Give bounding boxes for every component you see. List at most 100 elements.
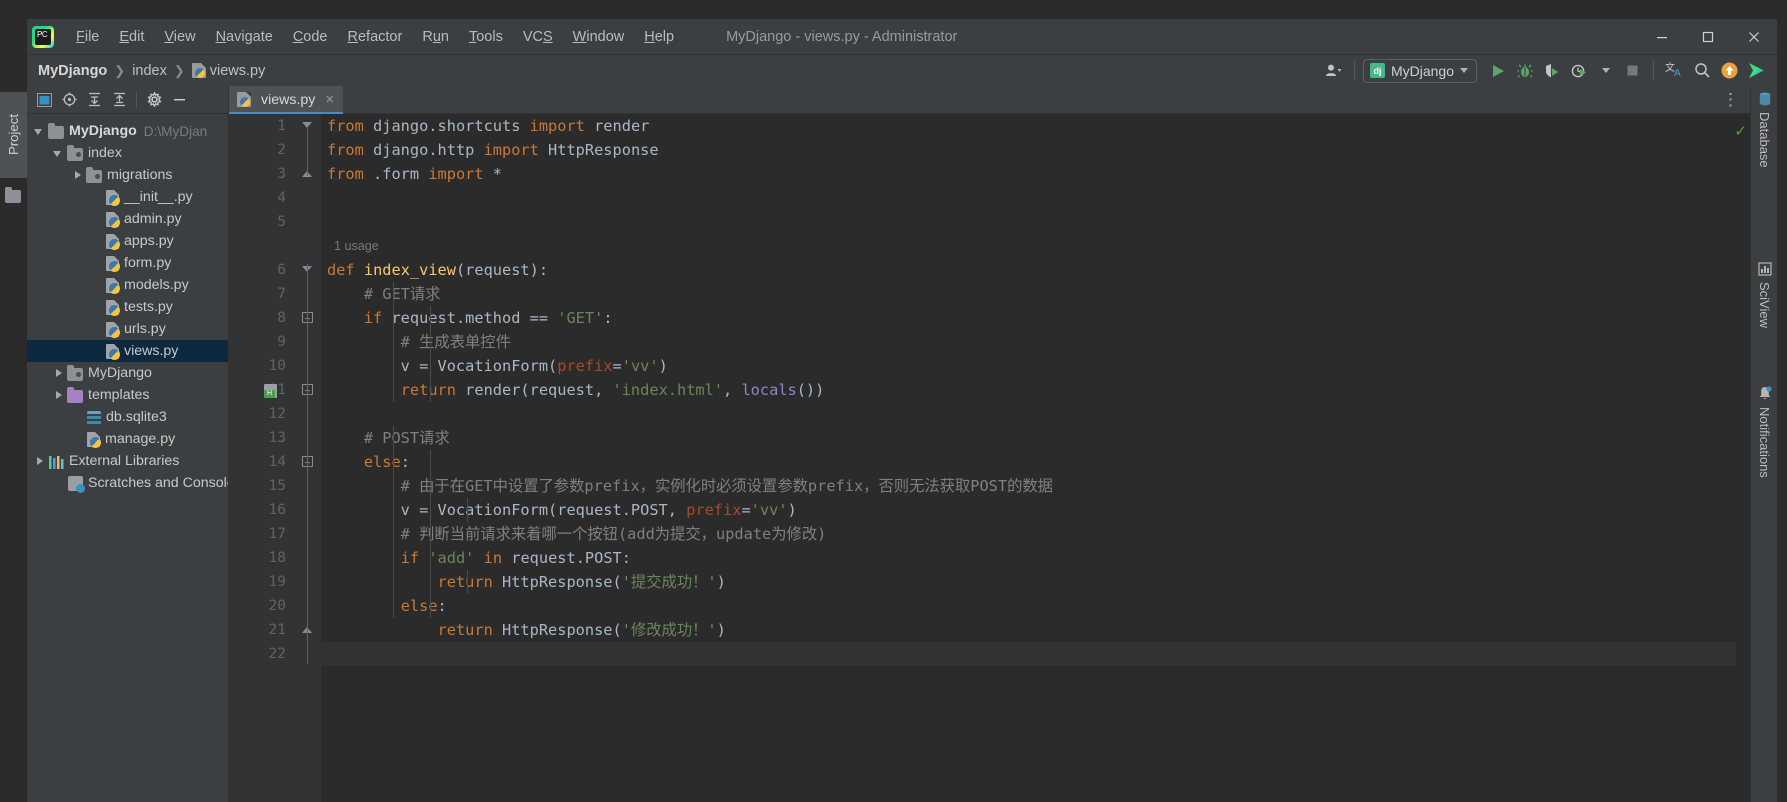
line-number[interactable]: 3 (229, 162, 294, 186)
profile-button[interactable] (1566, 58, 1591, 83)
stop-button[interactable] (1620, 58, 1645, 83)
line-number[interactable]: 14 (229, 450, 294, 474)
tree-item-init-py[interactable]: __init__.py (27, 186, 228, 208)
code-line[interactable] (321, 186, 1736, 210)
breadcrumb-item-index[interactable]: index (129, 61, 170, 81)
profile-dropdown[interactable] (1593, 58, 1618, 83)
code-content[interactable]: from django.shortcuts import render from … (321, 114, 1736, 802)
tool-window-tab-sciview[interactable]: SciView (1751, 262, 1778, 332)
maximize-button[interactable] (1685, 19, 1731, 54)
code-line[interactable]: else: (321, 594, 1736, 618)
code-line[interactable]: # POST请求 (321, 426, 1736, 450)
tree-item-views-py[interactable]: views.py (27, 340, 228, 362)
line-number[interactable]: 1 (229, 114, 294, 138)
inspection-status-icon[interactable]: ✓ (1734, 122, 1747, 140)
tree-item-mydjango[interactable]: MyDjango (27, 362, 228, 384)
tree-item-external-libraries[interactable]: External Libraries (27, 450, 228, 472)
menu-window[interactable]: Window (563, 24, 635, 50)
close-tab-icon[interactable]: × (325, 91, 334, 108)
menu-edit[interactable]: Edit (109, 24, 154, 50)
tool-window-tab-notifications[interactable]: Notifications (1751, 386, 1778, 482)
line-number[interactable]: 9 (229, 330, 294, 354)
code-line[interactable]: v = VocationForm(request.POST, prefix='v… (321, 498, 1736, 522)
menu-vcs[interactable]: VCS (513, 24, 563, 50)
line-number[interactable]: 8 (229, 306, 294, 330)
html-file-gutter-icon[interactable] (264, 384, 277, 398)
code-line[interactable]: if request.method == 'GET': (321, 306, 1736, 330)
ide-services-button[interactable] (1744, 58, 1769, 83)
tree-item-manage-py[interactable]: manage.py (27, 428, 228, 450)
line-number[interactable]: 11 (229, 378, 294, 402)
code-line[interactable]: # GET请求 (321, 282, 1736, 306)
menu-tools[interactable]: Tools (459, 24, 513, 50)
tree-item-tests-py[interactable]: tests.py (27, 296, 228, 318)
tree-item-migrations[interactable]: migrations (27, 164, 228, 186)
tree-item-templates[interactable]: templates (27, 384, 228, 406)
breadcrumb-item-file[interactable]: views.py (189, 61, 269, 81)
menu-code[interactable]: Code (283, 24, 338, 50)
chevron-down-icon[interactable] (33, 125, 46, 138)
tree-item-models-py[interactable]: models.py (27, 274, 228, 296)
code-line[interactable]: def index_view(request): (321, 258, 1736, 282)
more-options-icon[interactable]: ⋮ (1722, 91, 1740, 108)
minimize-button[interactable] (1639, 19, 1685, 54)
chevron-right-icon[interactable] (52, 367, 65, 380)
editor-tab-views-py[interactable]: views.py × (229, 86, 344, 114)
line-number[interactable]: 15 (229, 474, 294, 498)
tree-item-mydjango[interactable]: MyDjango D:\MyDjan (27, 120, 228, 142)
update-button[interactable] (1717, 58, 1742, 83)
code-line[interactable]: return HttpResponse('提交成功！') (321, 570, 1736, 594)
fold-cell[interactable] (294, 186, 321, 210)
tool-window-tab-database[interactable]: Database (1751, 92, 1778, 172)
code-line[interactable]: from .form import * (321, 162, 1736, 186)
close-button[interactable] (1731, 19, 1777, 54)
code-line[interactable]: return HttpResponse('修改成功！') (321, 618, 1736, 642)
tree-item-admin-py[interactable]: admin.py (27, 208, 228, 230)
menu-view[interactable]: View (154, 24, 205, 50)
menu-run[interactable]: Run (412, 24, 459, 50)
expand-all-button[interactable] (83, 89, 105, 111)
line-number[interactable]: 7 (229, 282, 294, 306)
code-line[interactable] (321, 402, 1736, 426)
code-line[interactable]: from django.http import HttpResponse (321, 138, 1736, 162)
line-number[interactable]: 17 (229, 522, 294, 546)
code-line[interactable]: # 判断当前请求来着哪一个按钮(add为提交，update为修改) (321, 522, 1736, 546)
line-number[interactable]: 12 (229, 402, 294, 426)
hide-tool-window-button[interactable] (168, 89, 190, 111)
code-line[interactable]: # 由于在GET中设置了参数prefix，实例化时必须设置参数prefix，否则… (321, 474, 1736, 498)
tree-item-index[interactable]: index (27, 142, 228, 164)
line-number[interactable]: 10 (229, 354, 294, 378)
search-everywhere-button[interactable] (1690, 58, 1715, 83)
menu-refactor[interactable]: Refactor (338, 24, 413, 50)
code-line[interactable]: v = VocationForm(prefix='vv') (321, 354, 1736, 378)
line-number[interactable]: 21 (229, 618, 294, 642)
inlay-hint-usage[interactable]: 1 usage (321, 234, 1736, 258)
line-number[interactable]: 19 (229, 570, 294, 594)
project-tree[interactable]: MyDjango D:\MyDjan index migrations __init__… (27, 114, 228, 494)
select-opened-file-button[interactable] (58, 89, 80, 111)
menu-navigate[interactable]: Navigate (206, 24, 283, 50)
fold-cell[interactable] (294, 210, 321, 234)
chevron-right-icon[interactable] (52, 389, 65, 402)
menu-help[interactable]: Help (634, 24, 684, 50)
code-line[interactable]: from django.shortcuts import render (321, 114, 1736, 138)
code-folding-column[interactable] (264, 114, 321, 802)
tool-window-tab-project[interactable]: Project (0, 92, 27, 178)
code-line[interactable]: else: (321, 450, 1736, 474)
code-line[interactable] (321, 210, 1736, 234)
code-editor[interactable]: 12345 678910111213141516171819202122 fro… (229, 114, 1750, 802)
line-number[interactable]: 5 (229, 210, 294, 234)
tree-item-db-sqlite3[interactable]: db.sqlite3 (27, 406, 228, 428)
tree-item-form-py[interactable]: form.py (27, 252, 228, 274)
project-settings-button[interactable] (143, 89, 165, 111)
account-button[interactable] (1321, 58, 1346, 83)
editor-marker-bar[interactable]: ✓ (1734, 114, 1750, 802)
line-number[interactable]: 6 (229, 258, 294, 282)
breadcrumb-item-project[interactable]: MyDjango (35, 61, 110, 81)
run-configuration-selector[interactable]: dj MyDjango (1362, 58, 1477, 83)
translate-button[interactable]: 文 A (1662, 58, 1688, 83)
line-number[interactable]: 20 (229, 594, 294, 618)
line-number[interactable]: 2 (229, 138, 294, 162)
line-number[interactable]: 22 (229, 642, 294, 666)
code-line[interactable]: # 生成表单控件 (321, 330, 1736, 354)
